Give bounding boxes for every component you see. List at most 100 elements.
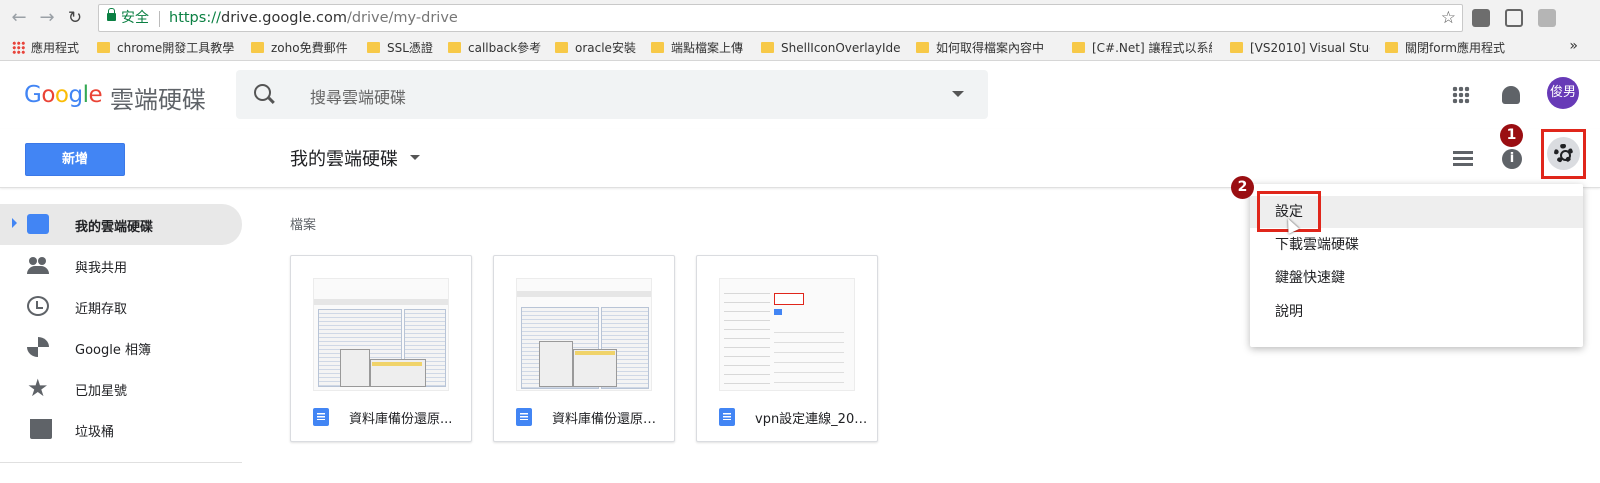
folder-icon <box>367 42 380 53</box>
file-card[interactable]: 資料庫備份還原指... <box>493 255 675 442</box>
bookmark-item[interactable]: 端點檔案上傳 <box>651 40 743 57</box>
notifications-bell-icon[interactable] <box>1502 86 1520 104</box>
folder-icon <box>1230 42 1243 53</box>
url-host: drive.google.com <box>220 10 347 26</box>
sidebar-item-label: 近期存取 <box>75 302 128 317</box>
bookmark-label: [C#.Net] 讓程式以系統 <box>1092 41 1212 55</box>
thumb-highlight <box>372 362 422 366</box>
info-icon[interactable]: i <box>1502 149 1522 169</box>
bookmark-item[interactable]: ShellIconOverlayIden <box>761 40 901 57</box>
thumb-highlight <box>575 351 615 355</box>
list-view-icon[interactable] <box>1453 151 1473 166</box>
bookmark-item[interactable]: zoho免費郵件 <box>251 40 348 57</box>
settings-button[interactable] <box>1547 137 1580 170</box>
step-badge-1: 1 <box>1500 124 1523 147</box>
bookmark-item[interactable]: 如何取得檔案內容中 <box>916 40 1056 57</box>
forward-icon[interactable]: → <box>37 7 57 29</box>
sidebar-item-starred[interactable]: ★ 已加星號 <box>0 368 242 409</box>
file-card[interactable]: 資料庫備份還原... <box>290 255 472 442</box>
bookmark-label: ShellIconOverlayIden <box>781 41 901 55</box>
logo-letter: g <box>68 82 83 108</box>
menu-item-help[interactable]: 說明 <box>1250 296 1583 328</box>
address-bar[interactable]: 安全 https://drive.google.com/drive/my-dri… <box>98 4 1463 32</box>
file-card[interactable]: vpn設定連線_201... <box>696 255 878 442</box>
url-scheme: https:// <box>169 10 221 26</box>
expand-arrow-icon[interactable] <box>12 218 17 228</box>
bookmarks-more-button[interactable]: » <box>1569 38 1578 54</box>
bookmark-label: 如何取得檔案內容中 <box>936 41 1045 55</box>
file-thumbnail <box>719 278 855 391</box>
bookmark-label: SSL憑證 <box>387 41 433 55</box>
breadcrumb[interactable]: 我的雲端硬碟 <box>290 145 398 171</box>
url-text: https://drive.google.com/drive/my-drive <box>169 5 458 31</box>
folder-icon <box>97 42 110 53</box>
menu-item-download-drive[interactable]: 下載雲端硬碟 <box>1250 229 1583 261</box>
apps-grid-icon[interactable] <box>1452 86 1470 104</box>
thumb-menu <box>539 341 573 387</box>
sidebar-item-shared[interactable]: 與我共用 <box>0 245 242 286</box>
apps-grid-icon <box>12 41 25 54</box>
product-name: 雲端硬碟 <box>110 86 206 114</box>
breadcrumb-chevron-down-icon[interactable] <box>410 155 420 160</box>
new-button[interactable]: 新增 <box>25 143 125 176</box>
folder-icon <box>448 42 461 53</box>
browser-toolbar: ← → ↻ 安全 https://drive.google.com/drive/… <box>0 0 1600 36</box>
sidebar: 我的雲端硬碟 與我共用 近期存取 Google 相簿 ★ 已加星號 垃圾桶 <box>0 188 242 483</box>
bookmark-item[interactable]: callback參考 <box>448 40 541 57</box>
bookmark-label: 應用程式 <box>31 41 80 55</box>
thumb-bar <box>314 299 448 305</box>
folder-icon <box>1072 42 1085 53</box>
sidebar-item-label: 我的雲端硬碟 <box>75 220 154 235</box>
sidebar-item-trash[interactable]: 垃圾桶 <box>0 409 242 450</box>
file-name: 資料庫備份還原指... <box>552 412 667 427</box>
folder-icon <box>1385 42 1398 53</box>
sidebar-item-my-drive[interactable]: 我的雲端硬碟 <box>0 204 242 245</box>
search-input[interactable]: 搜尋雲端硬碟 <box>310 84 406 108</box>
photos-icon <box>27 337 49 357</box>
bookmarks-bar: 應用程式 chrome開發工具教學 zoho免費郵件 SSL憑證 callbac… <box>0 36 1600 61</box>
search-icon[interactable] <box>254 84 271 101</box>
step-badge-2: 2 <box>1231 176 1254 199</box>
bookmark-star-icon[interactable]: ☆ <box>1441 5 1456 31</box>
bookmark-item[interactable]: [VS2010] Visual Stud <box>1230 40 1370 57</box>
sidebar-item-recent[interactable]: 近期存取 <box>0 286 242 327</box>
menu-item-keyboard-shortcuts[interactable]: 鍵盤快速鍵 <box>1250 262 1583 294</box>
bookmark-apps[interactable]: 應用程式 <box>12 40 79 57</box>
gear-icon <box>1554 144 1573 163</box>
thumb-pane <box>724 285 770 385</box>
sidebar-item-label: 與我共用 <box>75 261 128 276</box>
settings-highlight-box <box>1541 129 1586 179</box>
secure-label: 安全 <box>121 10 149 26</box>
file-name: 資料庫備份還原... <box>349 412 453 427</box>
back-icon[interactable]: ← <box>9 7 29 29</box>
extension-icon[interactable] <box>1505 9 1523 27</box>
bookmark-item[interactable]: oracle安裝 <box>555 40 636 57</box>
search-options-chevron-icon[interactable] <box>952 91 964 97</box>
file-thumbnail <box>516 278 652 391</box>
bookmark-label: oracle安裝 <box>575 41 636 55</box>
bookmark-label: 端點檔案上傳 <box>671 41 744 55</box>
folder-icon <box>555 42 568 53</box>
reload-icon[interactable]: ↻ <box>65 7 85 29</box>
bookmark-label: [VS2010] Visual Stud <box>1250 41 1370 55</box>
files-section-label: 檔案 <box>290 218 317 233</box>
thumb-bar <box>517 291 651 297</box>
bookmark-item[interactable]: SSL憑證 <box>367 40 433 57</box>
bookmark-label: 關閉form應用程式 <box>1405 41 1505 55</box>
bookmark-item[interactable]: [C#.Net] 讓程式以系統 <box>1072 40 1212 57</box>
folder-icon <box>651 42 664 53</box>
google-logo[interactable]: Google <box>24 82 103 108</box>
extension-icon[interactable] <box>1538 9 1556 27</box>
sidebar-item-photos[interactable]: Google 相簿 <box>0 327 242 368</box>
folder-icon <box>761 42 774 53</box>
file-name: vpn設定連線_201... <box>755 412 870 427</box>
search-box[interactable]: 搜尋雲端硬碟 <box>236 70 988 119</box>
bookmark-item[interactable]: chrome開發工具教學 <box>97 40 237 57</box>
sidebar-divider <box>0 462 242 463</box>
folder-icon <box>251 42 264 53</box>
drive-toolbar: 新增 我的雲端硬碟 i <box>0 129 1600 188</box>
sidebar-item-label: 垃圾桶 <box>75 425 115 440</box>
avatar[interactable]: 俊男 <box>1547 77 1579 109</box>
extension-icon[interactable] <box>1472 9 1490 27</box>
bookmark-item[interactable]: 關閉form應用程式 <box>1385 40 1505 57</box>
